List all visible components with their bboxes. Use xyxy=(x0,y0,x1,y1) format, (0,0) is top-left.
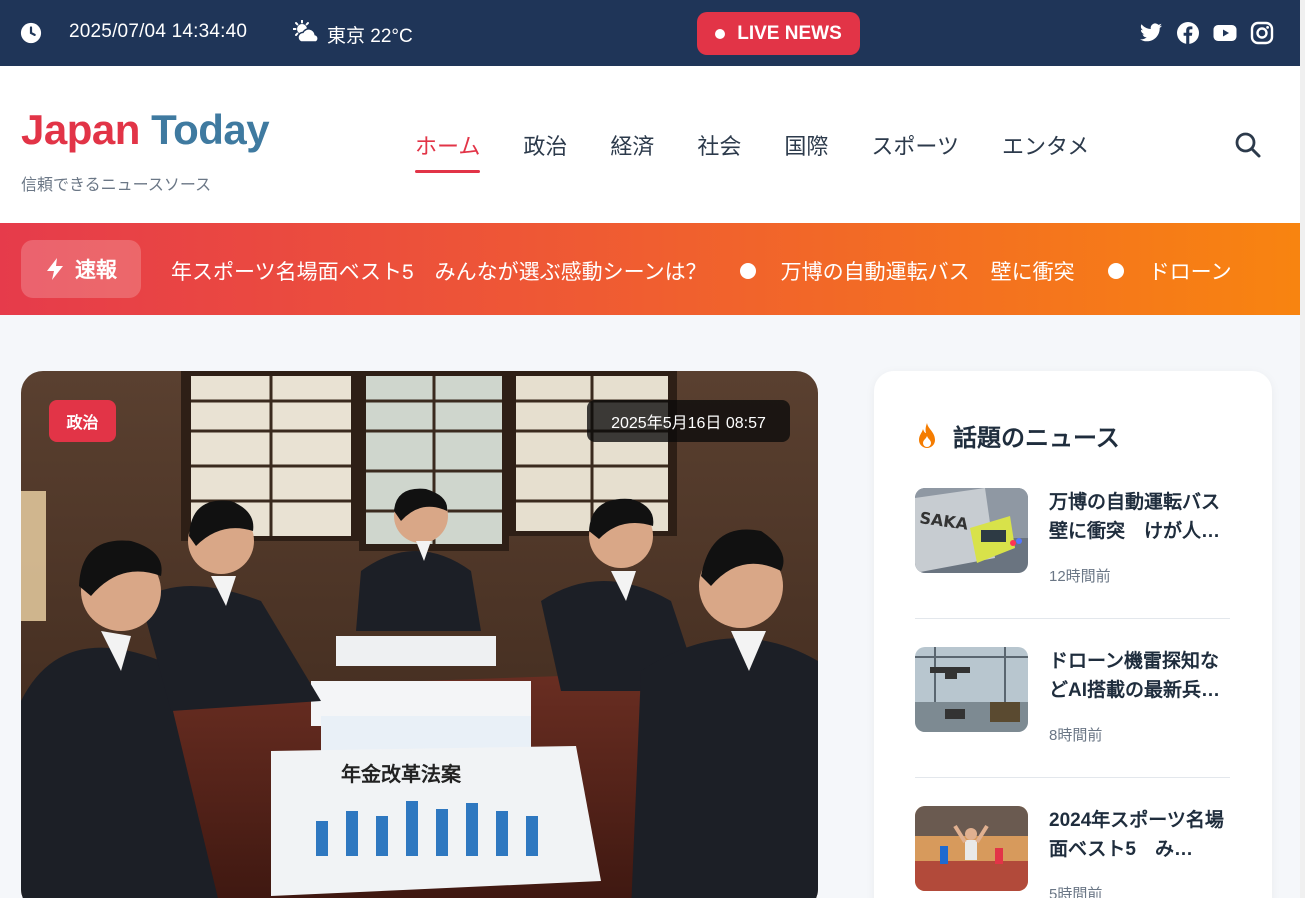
breaking-label: 速報 xyxy=(75,259,117,282)
nav-economy[interactable]: 経済 xyxy=(610,129,654,173)
trending-item[interactable]: ドローン機雷探知などAI搭載の最新兵… 8時間前 xyxy=(915,647,1230,777)
news-title[interactable]: 2024年スポーツ名場面ベスト5 み… xyxy=(1049,806,1229,864)
news-title[interactable]: 万博の自動運転バス 壁に衝突 けが人… xyxy=(1049,488,1229,546)
breaking-news-bar: 速報 年スポーツ名場面ベスト5 みんなが選ぶ感動シーンは？ 万博の自動運転バス … xyxy=(0,223,1300,315)
trending-title: 話題のニュース xyxy=(915,418,1120,453)
divider xyxy=(915,777,1230,778)
category-badge[interactable]: 政治 xyxy=(49,400,116,442)
ticker-item[interactable]: 年スポーツ名場面ベスト5 みんなが選ぶ感動シーンは？ xyxy=(171,256,707,286)
top-bar: 2025/07/04 14:34:40 東京 22°C LIVE NEWS xyxy=(0,0,1300,66)
nav-entertainment[interactable]: エンタメ xyxy=(1002,129,1089,173)
partly-cloudy-icon xyxy=(293,20,319,43)
logo-today: Today xyxy=(151,106,270,153)
nav-home[interactable]: ホーム xyxy=(415,129,481,173)
twitter-icon[interactable] xyxy=(1139,21,1163,45)
nav-sports[interactable]: スポーツ xyxy=(871,129,959,173)
fire-icon xyxy=(919,422,935,448)
trending-title-text: 話題のニュース xyxy=(953,425,1120,452)
weather-text: 東京 22°C xyxy=(327,26,413,47)
site-tagline: 信頼できるニュースソース xyxy=(21,177,212,194)
trending-item[interactable]: SAKA 万博の自動運転バス 壁に衝突 けが人… 12時間前 xyxy=(915,488,1230,618)
clock-icon xyxy=(20,22,42,44)
featured-image: 年金改革法案 xyxy=(21,371,818,898)
divider xyxy=(915,618,1230,619)
youtube-icon[interactable] xyxy=(1213,21,1237,45)
paper-chart-title: 年金改革法案 xyxy=(341,762,462,786)
instagram-icon[interactable] xyxy=(1250,21,1274,45)
news-time: 5時間前 xyxy=(1049,886,1103,898)
nav-politics[interactable]: 政治 xyxy=(523,129,567,173)
logo-japan: Japan xyxy=(21,106,140,153)
live-news-label: LIVE NEWS xyxy=(737,22,842,44)
nav-international[interactable]: 国際 xyxy=(784,129,828,173)
site-logo[interactable]: Japan Today xyxy=(21,106,270,154)
news-thumbnail: SAKA xyxy=(915,488,1028,573)
featured-article[interactable]: 年金改革法案 政治 2025年5月16日 08:57 xyxy=(21,371,818,898)
trending-sidebar: 話題のニュース SAKA 万博の自動運転バス 壁に衝突 けが人… 12時間前 ド… xyxy=(874,371,1272,898)
facebook-icon[interactable] xyxy=(1176,21,1200,45)
current-datetime: 2025/07/04 14:34:40 xyxy=(69,21,248,42)
ticker-separator xyxy=(739,263,756,279)
live-news-button[interactable]: LIVE NEWS xyxy=(697,12,860,55)
nav-society[interactable]: 社会 xyxy=(697,129,741,173)
article-date-badge: 2025年5月16日 08:57 xyxy=(587,400,790,442)
ticker-item[interactable]: ドローン xyxy=(1149,256,1232,286)
ticker-item[interactable]: 万博の自動運転バス 壁に衝突 xyxy=(781,256,1075,286)
page-scrollbar[interactable] xyxy=(1300,0,1305,898)
lightning-bolt-icon xyxy=(47,258,63,280)
ticker-separator xyxy=(1107,263,1124,279)
news-title[interactable]: ドローン機雷探知などAI搭載の最新兵… xyxy=(1049,647,1229,705)
news-time: 12時間前 xyxy=(1049,568,1111,585)
news-thumbnail xyxy=(915,647,1028,732)
news-thumbnail xyxy=(915,806,1028,891)
live-dot-icon xyxy=(715,28,726,39)
trending-item[interactable]: 2024年スポーツ名場面ベスト5 み… 5時間前 xyxy=(915,806,1230,898)
news-ticker: 年スポーツ名場面ベスト5 みんなが選ぶ感動シーンは？ 万博の自動運転バス 壁に衝… xyxy=(171,256,1232,286)
main-nav: ホーム 政治 経済 社会 国際 スポーツ エンタメ xyxy=(415,129,1132,173)
site-header: Japan Today 信頼できるニュースソース ホーム 政治 経済 社会 国際… xyxy=(0,66,1300,223)
news-time: 8時間前 xyxy=(1049,727,1103,744)
search-icon[interactable] xyxy=(1234,131,1262,159)
breaking-badge: 速報 xyxy=(21,240,141,298)
